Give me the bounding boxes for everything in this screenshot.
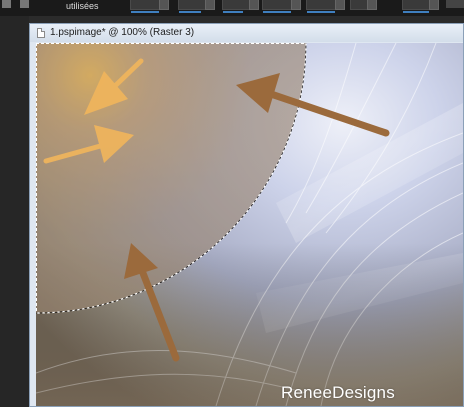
numeric-field[interactable] [178, 0, 215, 13]
tool-options-bar: utilisées [0, 0, 464, 16]
workspace-left-rail [0, 16, 29, 407]
numeric-field[interactable] [350, 0, 377, 10]
toolbar-label: utilisées [66, 1, 99, 11]
document-window[interactable]: 1.pspimage* @ 100% (Raster 3) ReneeDesig… [29, 23, 464, 407]
tool-icon[interactable] [20, 0, 29, 8]
image-canvas[interactable]: ReneeDesigns [36, 43, 463, 406]
watermark-text: ReneeDesigns [281, 383, 395, 402]
document-icon [37, 28, 45, 38]
document-title: 1.pspimage* @ 100% (Raster 3) [50, 27, 195, 38]
options-icon[interactable] [446, 0, 464, 8]
numeric-field[interactable] [402, 0, 439, 13]
canvas-artwork [36, 43, 463, 406]
numeric-field[interactable] [130, 0, 169, 13]
numeric-field[interactable] [222, 0, 259, 13]
numeric-field[interactable] [306, 0, 345, 13]
document-titlebar[interactable]: 1.pspimage* @ 100% (Raster 3) [30, 24, 463, 42]
tool-icon[interactable] [2, 0, 11, 8]
numeric-field[interactable] [262, 0, 301, 13]
